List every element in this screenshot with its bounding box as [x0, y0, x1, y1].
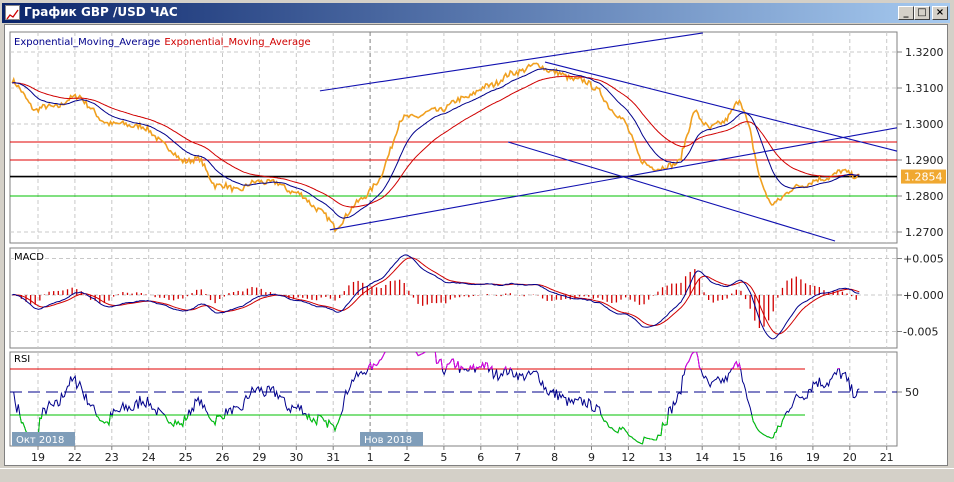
x-tick-label: 8	[551, 451, 558, 464]
x-tick-label: 26	[216, 451, 230, 464]
x-tick-label: 9	[588, 451, 595, 464]
x-tick-label: 15	[732, 451, 746, 464]
x-tick-label: 19	[31, 451, 45, 464]
x-tick-label: 16	[769, 451, 783, 464]
x-tick-label: 20	[843, 451, 857, 464]
current-price-label: 1.2854	[904, 171, 943, 184]
macd-label: MACD	[14, 252, 44, 263]
rsi-label: RSI	[14, 354, 30, 365]
macd-axis-label: -0.005	[903, 326, 938, 339]
ema-slow-legend: Exponential_Moving_Average	[164, 37, 310, 48]
x-tick-label: 21	[880, 451, 894, 464]
ema-fast-legend: Exponential_Moving_Average	[14, 37, 160, 48]
macd-axis-label: +0.005	[903, 253, 944, 266]
price-axis-label: 1.3000	[905, 118, 944, 131]
x-tick-label: 7	[514, 451, 521, 464]
month-label: Нов 2018	[364, 435, 412, 446]
x-tick-label: 31	[326, 451, 340, 464]
x-tick-label: 22	[68, 451, 82, 464]
price-axis-label: 1.3200	[905, 46, 944, 59]
chart-canvas[interactable]: 19 22 23 24 25 26 29 30 31 1 2 5 6 7 8 9 12 13 14 15 16 19 20 2…	[0, 0, 954, 481]
x-tick-label: 24	[142, 451, 156, 464]
price-axis-label: 1.2800	[905, 190, 944, 203]
x-tick-label: 1	[367, 451, 374, 464]
price-axis-label: 1.3100	[905, 82, 944, 95]
x-tick-label: 14	[695, 451, 709, 464]
price-axis-label: 1.2900	[905, 154, 944, 167]
x-tick-label: 5	[440, 451, 447, 464]
x-tick-label: 19	[806, 451, 820, 464]
rsi-axis-label: 50	[905, 386, 919, 399]
price-axis-label: 1.2700	[905, 226, 944, 239]
x-tick-label: 30	[289, 451, 303, 464]
main-panel	[9, 31, 898, 244]
x-tick-label: 13	[658, 451, 672, 464]
x-tick-label: 29	[252, 451, 266, 464]
rsi-panel	[9, 351, 898, 447]
x-tick-label: 12	[621, 451, 635, 464]
month-label: Окт 2018	[16, 435, 64, 446]
x-tick-label: 6	[477, 451, 484, 464]
x-tick-label: 25	[179, 451, 193, 464]
x-tick-label: 23	[105, 451, 119, 464]
x-tick-label: 2	[404, 451, 411, 464]
macd-axis-label: +0.000	[903, 289, 944, 302]
